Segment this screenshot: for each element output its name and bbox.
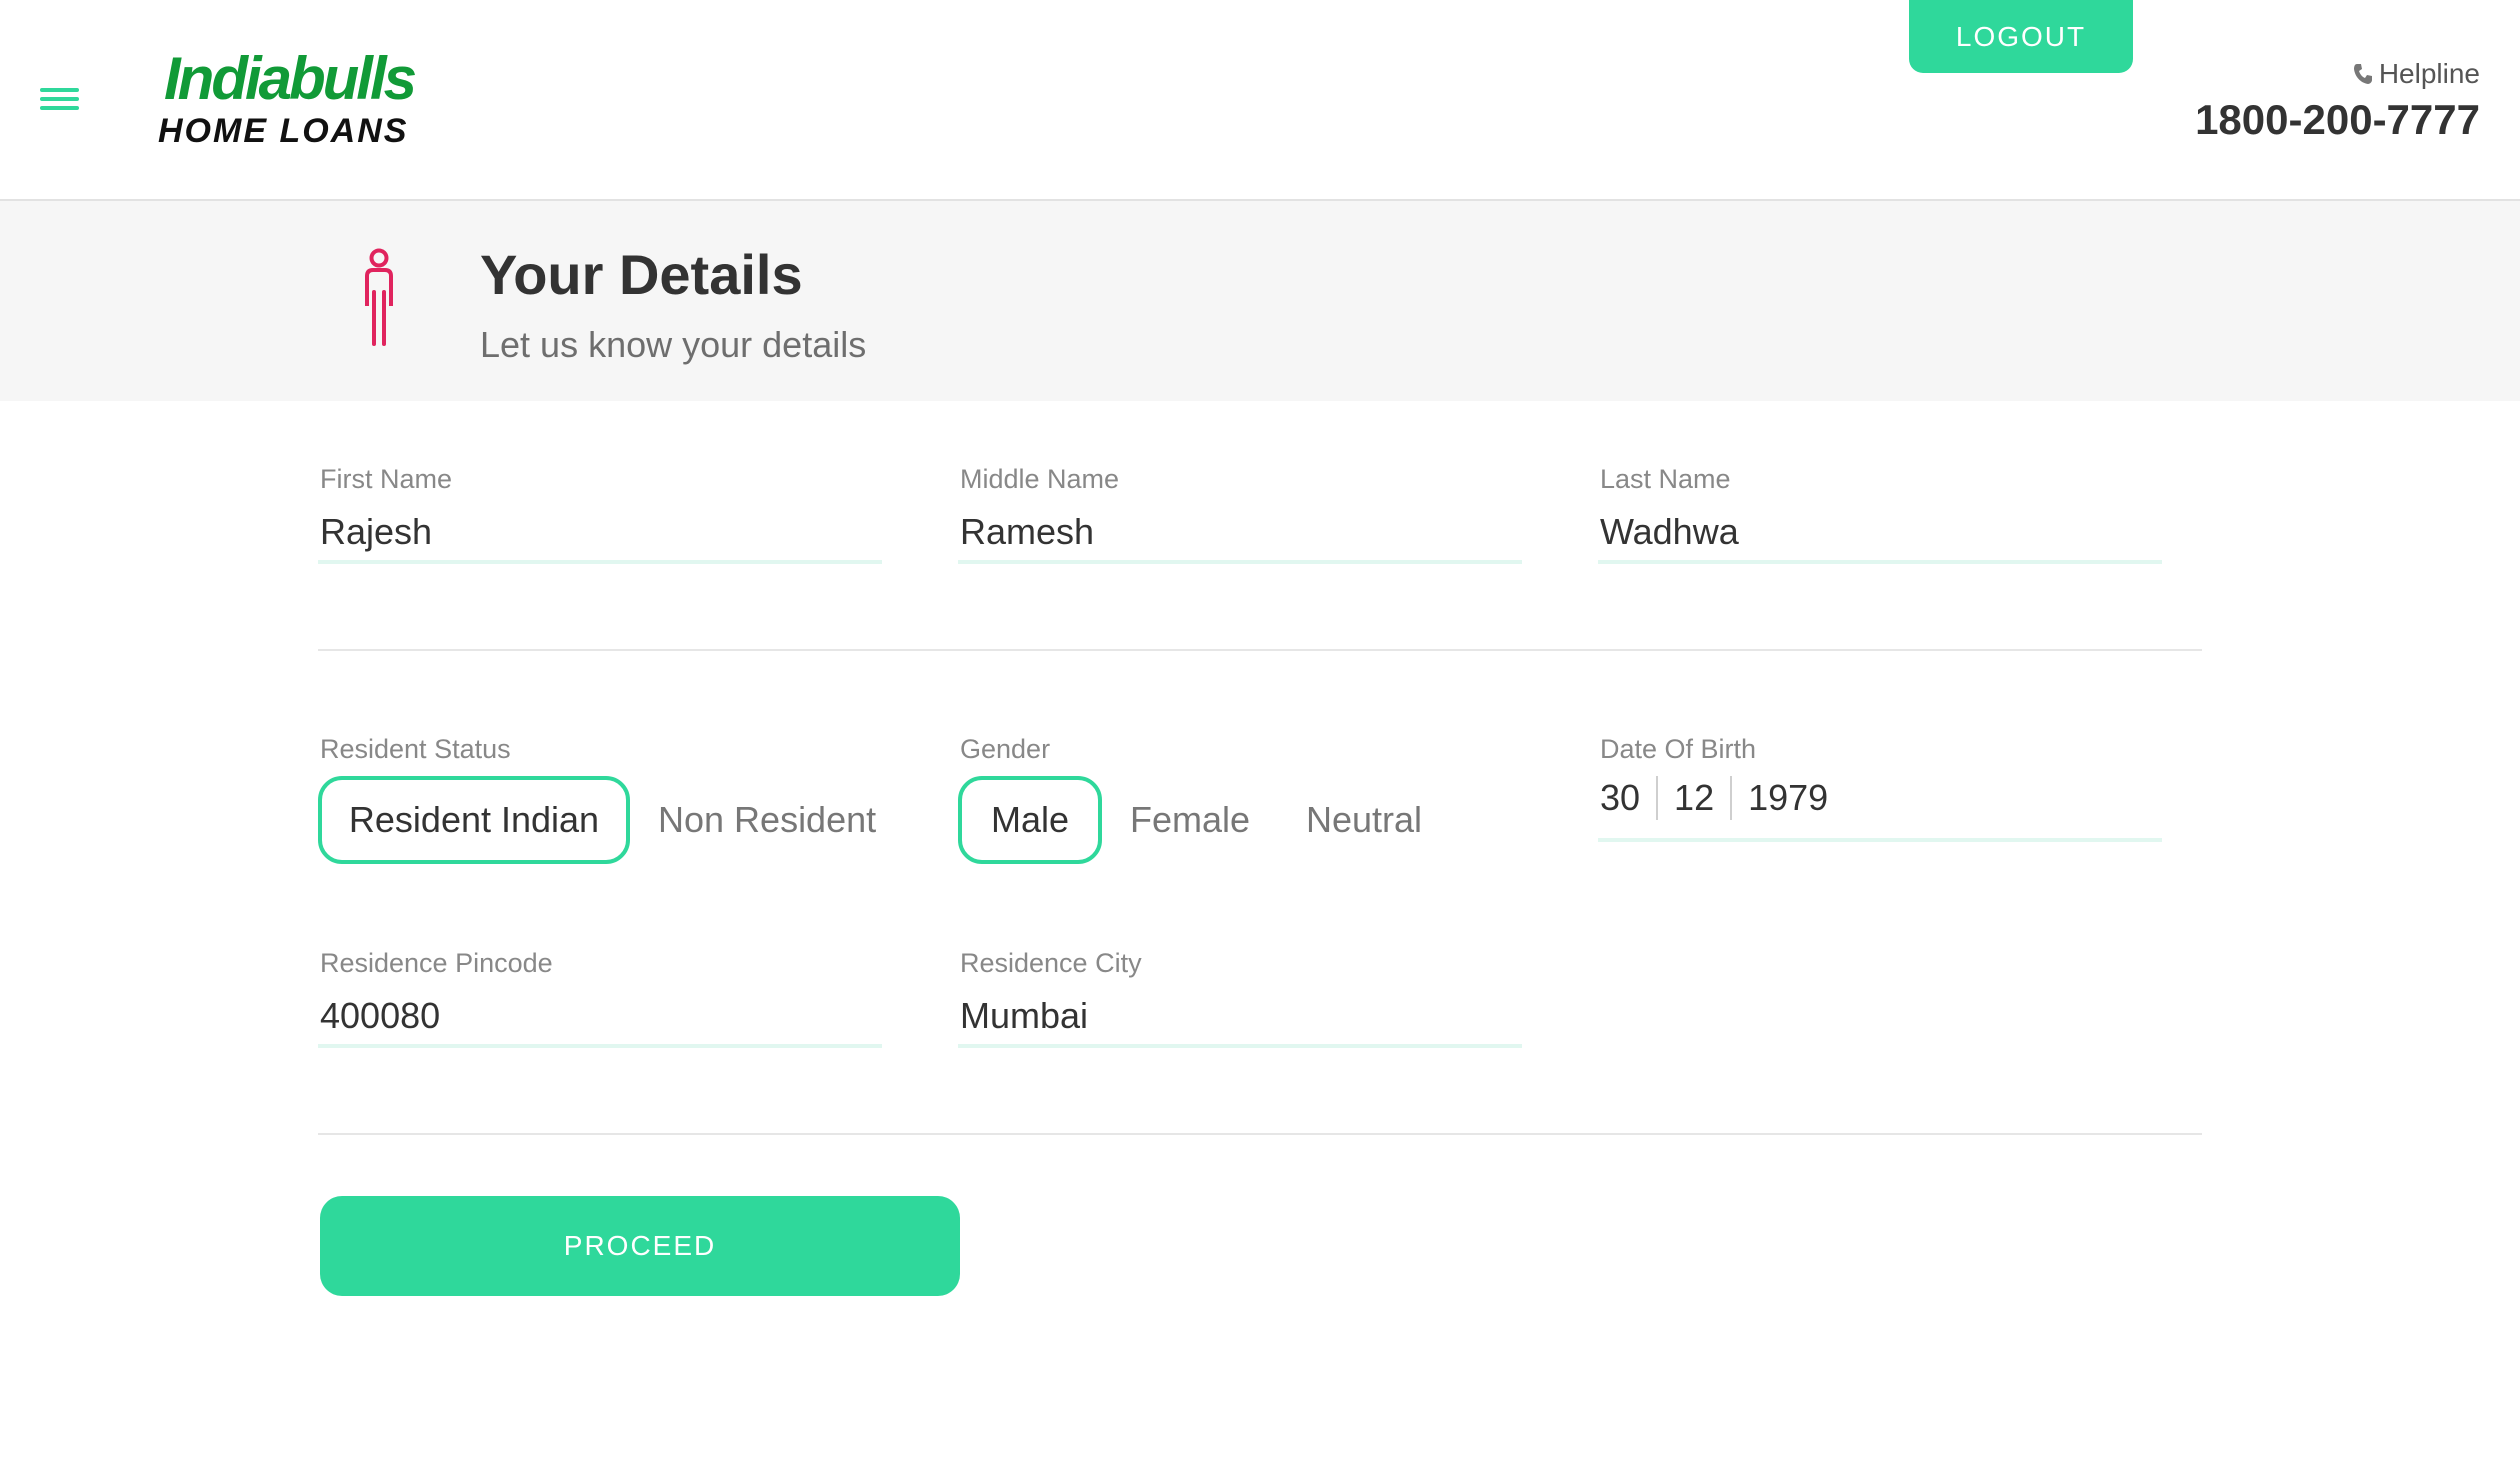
pincode-input[interactable] xyxy=(318,992,882,1048)
last-name-label: Last Name xyxy=(1600,464,1731,494)
non-resident-option[interactable]: Non Resident xyxy=(658,776,876,864)
city-label: Residence City xyxy=(960,948,1142,978)
gender-label: Gender xyxy=(960,734,1051,764)
page-title: Your Details xyxy=(480,243,803,306)
hamburger-menu-icon[interactable] xyxy=(40,84,80,114)
phone-icon xyxy=(2353,64,2372,84)
section-divider xyxy=(318,1133,2202,1135)
first-name-label: First Name xyxy=(320,464,453,494)
brand-logo[interactable]: Indiabulls HOME LOANS xyxy=(158,44,417,154)
helpline-label: Helpline xyxy=(2378,58,2480,89)
app-header: Indiabulls HOME LOANS LOGOUT Helpline 18… xyxy=(0,0,2520,201)
dob-year-input[interactable]: 1979 xyxy=(1732,776,1844,820)
proceed-button[interactable]: PROCEED xyxy=(320,1196,960,1296)
dob-day-input[interactable]: 30 xyxy=(1598,776,1656,820)
middle-name-label: Middle Name xyxy=(960,464,1120,494)
helpline-block: Helpline 1800-200-7777 xyxy=(2195,58,2480,144)
page-subtitle: Let us know your details xyxy=(480,324,867,365)
gender-male-option[interactable]: Male xyxy=(958,776,1102,864)
person-icon xyxy=(365,248,393,346)
resident-indian-option[interactable]: Resident Indian xyxy=(318,776,630,864)
gender-female-option[interactable]: Female xyxy=(1130,776,1250,864)
date-of-birth-field[interactable]: 30 12 1979 xyxy=(1598,776,2162,842)
section-divider xyxy=(318,649,2202,651)
first-name-input[interactable] xyxy=(318,508,882,564)
brand-logo-bottom-text: HOME LOANS xyxy=(158,112,409,150)
middle-name-input[interactable] xyxy=(958,508,1522,564)
logout-button[interactable]: LOGOUT xyxy=(1909,0,2133,73)
helpline-number[interactable]: 1800-200-7777 xyxy=(2195,96,2480,144)
city-input[interactable] xyxy=(958,992,1522,1048)
gender-neutral-option[interactable]: Neutral xyxy=(1306,776,1422,864)
last-name-input[interactable] xyxy=(1598,508,2162,564)
date-of-birth-label: Date Of Birth xyxy=(1600,734,1757,764)
pincode-label: Residence Pincode xyxy=(320,948,553,978)
dob-month-input[interactable]: 12 xyxy=(1658,776,1730,820)
resident-status-label: Resident Status xyxy=(320,734,511,764)
brand-logo-top-text: Indiabulls xyxy=(164,45,417,112)
